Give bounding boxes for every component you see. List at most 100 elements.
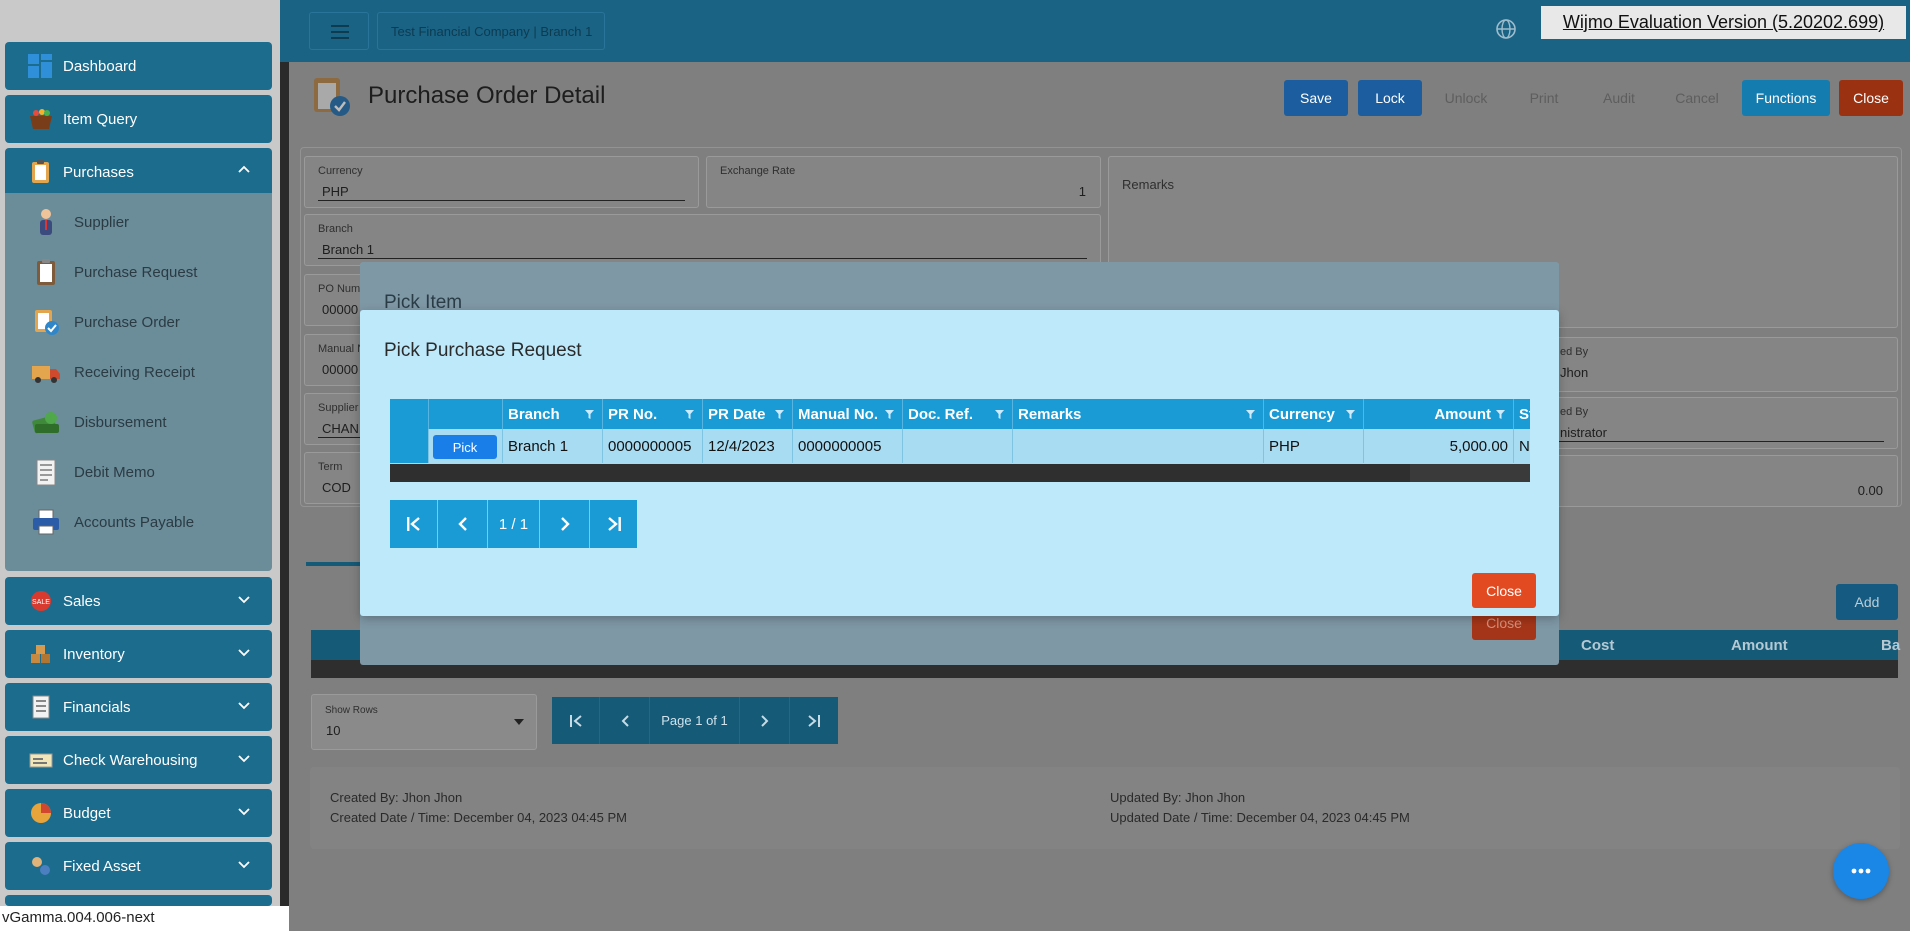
sidebar-item-sales[interactable]: SALE Sales (5, 577, 272, 625)
column-header-amount[interactable]: Amount (1731, 637, 1788, 654)
print-button[interactable]: Print (1511, 80, 1577, 116)
filter-icon[interactable] (585, 410, 594, 419)
cell-status[interactable]: N (1514, 429, 1530, 463)
sidebar-item-label: Fixed Asset (63, 857, 141, 875)
cell-pr-date[interactable]: 12/4/2023 (703, 429, 793, 463)
sidebar-item-financials[interactable]: Financials (5, 683, 272, 731)
column-header-action[interactable] (429, 399, 503, 429)
cell-remarks[interactable] (1013, 429, 1264, 463)
dialog-close-button[interactable]: Close (1472, 573, 1536, 608)
evaluation-banner[interactable]: Wijmo Evaluation Version (5.20202.699) (1541, 6, 1906, 39)
menu-toggle-button[interactable] (309, 12, 369, 50)
cancel-button[interactable]: Cancel (1664, 80, 1730, 116)
lock-button[interactable]: Lock (1358, 80, 1422, 116)
cell-branch[interactable]: Branch 1 (503, 429, 603, 463)
dialog-last-page-button[interactable] (590, 500, 637, 548)
dialog-previous-page-button[interactable] (438, 500, 488, 548)
add-item-button[interactable]: Add (1836, 584, 1898, 620)
sidebar-item-purchase-order[interactable]: Purchase Order (5, 302, 272, 342)
table-row[interactable]: Pick Branch 1 0000000005 12/4/2023 00000… (390, 429, 1530, 463)
column-header-doc-ref[interactable]: Doc. Ref. (903, 399, 1013, 429)
first-page-button[interactable] (552, 697, 600, 744)
last-page-button[interactable] (790, 697, 838, 744)
sidebar-item-disbursement[interactable]: Disbursement (5, 402, 272, 442)
check-icon (29, 753, 53, 768)
last-page-icon (607, 517, 621, 531)
filter-icon[interactable] (995, 410, 1004, 419)
audit-button[interactable]: Audit (1587, 80, 1651, 116)
cell-amount[interactable]: 5,000.00 (1364, 429, 1514, 463)
sidebar-item-check-warehousing[interactable]: Check Warehousing (5, 736, 272, 784)
previous-page-button[interactable] (600, 697, 650, 744)
page-title: Purchase Order Detail (368, 82, 606, 109)
cell-currency[interactable]: PHP (1264, 429, 1364, 463)
amount-field[interactable]: 0.00 (1540, 455, 1898, 507)
sidebar-item-label: Purchase Order (74, 313, 180, 331)
dialog-next-page-button[interactable] (540, 500, 590, 548)
first-page-icon (406, 517, 420, 531)
created-date: Created Date / Time: December 04, 2023 0… (330, 810, 627, 825)
approved-by-field[interactable]: ed By nistrator (1540, 397, 1898, 449)
save-button[interactable]: Save (1284, 80, 1348, 116)
chat-fab-button[interactable] (1833, 843, 1889, 899)
pick-cell: Pick (429, 429, 503, 463)
cell-pr-no[interactable]: 0000000005 (603, 429, 703, 463)
sidebar-item-accounts-payable[interactable]: Accounts Payable (5, 502, 272, 542)
sidebar-item-next[interactable] (5, 895, 272, 906)
money-icon (32, 412, 59, 434)
clipboard-icon (37, 259, 55, 285)
clipboard-icon (32, 160, 49, 183)
fixed-asset-icon (32, 857, 50, 875)
show-rows-select[interactable]: Show Rows 10 (311, 694, 537, 750)
dialog-first-page-button[interactable] (390, 500, 438, 548)
column-header-pr-no[interactable]: PR No. (603, 399, 703, 429)
sidebar-item-fixed-asset[interactable]: Fixed Asset (5, 842, 272, 890)
sidebar-item-purchase-request[interactable]: Purchase Request (5, 252, 272, 292)
sidebar-divider (280, 0, 289, 906)
chevron-down-icon (238, 755, 250, 763)
column-header-amount[interactable]: Amount (1364, 399, 1514, 429)
column-header-row-select[interactable] (390, 399, 429, 429)
column-header-cost[interactable]: Cost (1581, 637, 1614, 654)
column-header-balance[interactable]: Ba (1881, 637, 1900, 654)
sidebar-item-debit-memo[interactable]: Debit Memo (5, 452, 272, 492)
sidebar-item-receiving-receipt[interactable]: Receiving Receipt (5, 352, 272, 392)
column-header-pr-date[interactable]: PR Date (703, 399, 793, 429)
column-header-branch[interactable]: Branch (503, 399, 603, 429)
cell-doc-ref[interactable] (903, 429, 1013, 463)
chevron-up-icon (238, 165, 250, 173)
column-header-manual-no[interactable]: Manual No. (793, 399, 903, 429)
filter-icon[interactable] (775, 410, 784, 419)
unlock-button[interactable]: Unlock (1433, 80, 1499, 116)
pick-button[interactable]: Pick (433, 435, 497, 459)
sidebar-item-inventory[interactable]: Inventory (5, 630, 272, 678)
column-header-currency[interactable]: Currency (1264, 399, 1364, 429)
close-button[interactable]: Close (1839, 80, 1903, 116)
filter-icon[interactable] (685, 410, 694, 419)
sidebar-item-dashboard[interactable]: Dashboard (5, 42, 272, 90)
sidebar-item-budget[interactable]: Budget (5, 789, 272, 837)
sidebar-item-supplier[interactable]: Supplier (5, 202, 272, 242)
row-header[interactable] (390, 429, 429, 463)
cell-manual-no[interactable]: 0000000005 (793, 429, 903, 463)
company-selector[interactable]: Test Financial Company | Branch 1 (377, 12, 605, 50)
filter-icon[interactable] (1246, 410, 1255, 419)
checked-by-field[interactable]: ed By Jhon (1540, 337, 1898, 392)
filter-icon[interactable] (1496, 410, 1505, 419)
sidebar-item-item-query[interactable]: Item Query (5, 95, 272, 143)
exchange-rate-field[interactable]: Exchange Rate 1 (706, 156, 1101, 208)
filter-icon[interactable] (1346, 410, 1355, 419)
next-page-button[interactable] (740, 697, 790, 744)
functions-button[interactable]: Functions (1742, 80, 1830, 116)
column-header-status[interactable]: St (1514, 399, 1530, 429)
filter-icon[interactable] (885, 410, 894, 419)
globe-icon[interactable] (1495, 18, 1517, 40)
branch-field[interactable]: Branch Branch 1 (304, 214, 1101, 266)
currency-field[interactable]: Currency PHP (304, 156, 699, 208)
grid-horizontal-scrollbar[interactable] (390, 464, 1530, 482)
pie-chart-icon (31, 803, 51, 823)
sidebar-item-purchases[interactable]: Purchases (5, 148, 272, 196)
purchase-request-grid: Branch PR No. PR Date Manual No. Doc. Re… (390, 399, 1530, 482)
scrollbar-thumb[interactable] (390, 464, 1410, 482)
column-header-remarks[interactable]: Remarks (1013, 399, 1264, 429)
